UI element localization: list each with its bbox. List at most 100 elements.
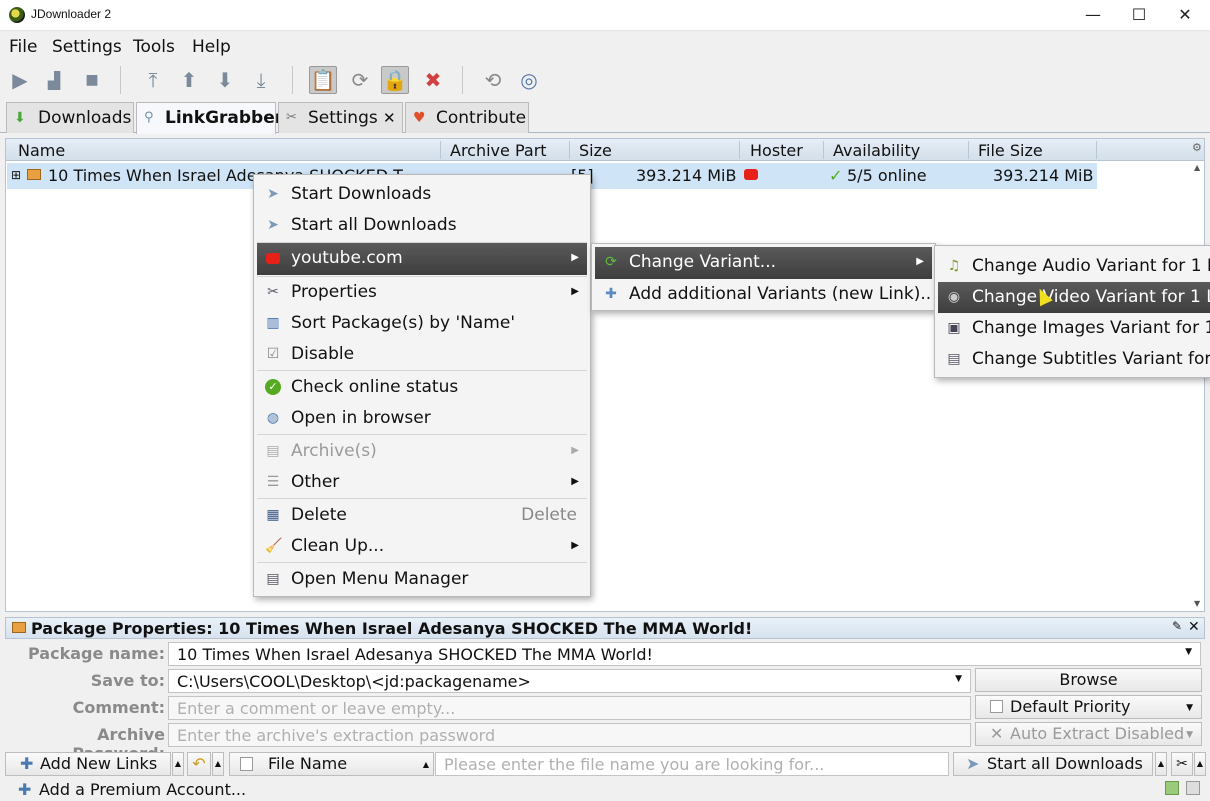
menu-sort-packages[interactable]: ▥ Sort Package(s) by 'Name' [257, 308, 587, 339]
menu-other[interactable]: ☰ Other ▶ [257, 467, 587, 498]
menu-tools[interactable]: Tools [133, 37, 175, 57]
search-input[interactable]: Please enter the file name you are looki… [435, 752, 949, 776]
menu-start-downloads[interactable]: ➤ Start Downloads [257, 179, 587, 210]
reconnect-status-icon[interactable] [1165, 781, 1179, 795]
menu-start-all-downloads[interactable]: ➤ Start all Downloads [257, 210, 587, 241]
add-new-links-button[interactable]: ✚ Add New Links [5, 752, 171, 776]
menu-change-images-variant[interactable]: ▣ Change Images Variant for 1 Link [938, 313, 1210, 344]
undo-icon[interactable]: ↶ [187, 752, 211, 776]
column-settings-icon[interactable]: ⚙ [1192, 141, 1202, 154]
scroll-down-icon[interactable]: ▼ [1194, 599, 1200, 608]
tab-linkgrabber[interactable]: ⚲ LinkGrabber [136, 102, 283, 134]
menu-archives[interactable]: ▤ Archive(s) ▶ [257, 436, 587, 467]
priority-select[interactable]: Default Priority ▼ [975, 695, 1202, 719]
pin-icon[interactable]: ✎ [1172, 619, 1182, 633]
save-to-field[interactable]: C:\Users\COOL\Desktop\<jd:packagename> ▼ [168, 669, 971, 693]
menu-change-subtitles-variant[interactable]: ▤ Change Subtitles Variant for 1 Link [938, 344, 1210, 375]
start-icon[interactable]: ▶ [6, 66, 34, 94]
menu-change-video-variant[interactable]: ◉ Change Video Variant for 1 Link [938, 282, 1210, 313]
menu-delete[interactable]: ▦ Delete Delete [257, 500, 587, 531]
image-icon: ▣ [947, 320, 961, 336]
submenu-arrow-icon: ▶ [916, 256, 924, 267]
col-size[interactable]: Size [579, 141, 612, 160]
menu-help[interactable]: Help [192, 37, 231, 57]
close-panel-icon[interactable]: ✕ [1188, 619, 1200, 635]
menu-add-variants-label: Add additional Variants (new Link)... [629, 284, 932, 304]
tab-contribute-label: Contribute [436, 108, 527, 128]
search-mode-select[interactable]: File Name ▲ [229, 752, 434, 776]
context-menu: ➤ Start Downloads ➤ Start all Downloads … [253, 174, 591, 597]
submenu-arrow-icon: ▶ [571, 286, 579, 297]
menu-settings[interactable]: Settings [52, 37, 122, 57]
tab-settings[interactable]: ✂ Settings ✕ [278, 102, 403, 133]
menu-check-online[interactable]: ✓ Check online status [257, 372, 587, 403]
menu-add-variants[interactable]: ✚ Add additional Variants (new Link)... [595, 279, 932, 310]
move-bottom-icon[interactable]: ⤓ [247, 66, 275, 94]
toolbar-divider [292, 66, 293, 94]
tab-downloads[interactable]: ⬇ Downloads [6, 102, 134, 133]
premium-lock-icon[interactable]: 🔒 [381, 66, 409, 94]
col-file-size[interactable]: File Size [978, 141, 1043, 160]
speedmeter-globe-icon[interactable]: ◎ [515, 66, 543, 94]
bottom-settings-arrow[interactable]: ▲ [1194, 752, 1206, 776]
silent-mode-icon[interactable]: ✖ [419, 66, 447, 94]
move-up-icon[interactable]: ⬆ [175, 66, 203, 94]
start-menu-arrow[interactable]: ▲ [1155, 752, 1167, 776]
menu-disable[interactable]: ☑ Disable [257, 339, 587, 370]
vertical-scrollbar[interactable]: ▲ ▼ [1192, 161, 1204, 611]
priority-value: Default Priority [1010, 697, 1131, 716]
row-size: 393.214 MiB [636, 166, 737, 185]
pause-icon[interactable]: ▟ [40, 66, 68, 94]
menu-video-label: Change Video Variant for 1 Link [972, 287, 1210, 307]
start-all-downloads-button[interactable]: ➤ Start all Downloads [953, 752, 1153, 776]
dropdown-arrow-icon[interactable]: ▼ [955, 674, 962, 684]
menu-check-online-label: Check online status [291, 377, 459, 397]
menu-open-browser[interactable]: ◍ Open in browser [257, 403, 587, 434]
toolbar: ▶ ▟ ■ ⤒ ⬆ ⬇ ⤓ 📋 ⟳ 🔒 ✖ ⟲ ◎ [0, 62, 1210, 98]
start-arrow-icon: ➤ [966, 754, 980, 773]
menu-file[interactable]: File [9, 37, 37, 57]
col-name[interactable]: Name [18, 141, 65, 160]
col-hoster[interactable]: Hoster [750, 141, 803, 160]
add-premium-account-link[interactable]: Add a Premium Account... [39, 780, 246, 799]
auto-extract-select[interactable]: ✕ Auto Extract Disabled ▼ [975, 722, 1202, 746]
undo-menu-arrow[interactable]: ▲ [212, 752, 224, 776]
menu-archives-label: Archive(s) [291, 441, 377, 461]
tab-contribute[interactable]: ♥ Contribute [405, 102, 529, 133]
move-down-icon[interactable]: ⬇ [211, 66, 239, 94]
reconnect-icon[interactable]: ⟳ [346, 66, 374, 94]
menu-youtube[interactable]: youtube.com ▶ [257, 243, 587, 275]
menu-clean-up[interactable]: 🧹 Clean Up... ▶ [257, 531, 587, 562]
browse-button[interactable]: Browse [975, 668, 1202, 692]
menu-properties[interactable]: ✂ Properties ▶ [257, 277, 587, 308]
minimize-button[interactable]: — [1070, 0, 1116, 31]
close-button[interactable]: ✕ [1162, 0, 1208, 31]
col-availability[interactable]: Availability [833, 141, 920, 160]
menu-change-variant[interactable]: ⟳ Change Variant... ▶ [595, 247, 932, 279]
bottom-settings-icon[interactable]: ✂ [1171, 752, 1193, 776]
move-top-icon[interactable]: ⤒ [139, 66, 167, 94]
menu-sort-label: Sort Package(s) by 'Name' [291, 313, 515, 333]
stop-icon[interactable]: ■ [78, 66, 106, 94]
menu-change-variant-label: Change Variant... [629, 252, 776, 272]
tab-close-icon[interactable]: ✕ [383, 109, 396, 127]
maximize-button[interactable]: ☐ [1116, 0, 1162, 31]
scroll-up-icon[interactable]: ▲ [1194, 163, 1200, 172]
package-name-field[interactable]: 10 Times When Israel Adesanya SHOCKED Th… [168, 642, 1201, 666]
clipboard-observer-icon[interactable]: 📋 [309, 66, 337, 94]
menu-change-audio-variant[interactable]: ♫ Change Audio Variant for 1 Link [938, 251, 1210, 282]
tab-bar: ⬇ Downloads ⚲ LinkGrabber ✂ Settings ✕ ♥… [0, 100, 1210, 134]
file-icon [240, 757, 253, 771]
column-divider [569, 141, 570, 159]
dropdown-arrow-icon[interactable]: ▼ [1185, 647, 1192, 657]
archive-password-field[interactable]: Enter the archive's extraction password [168, 723, 971, 747]
col-archive-part[interactable]: Archive Part [450, 141, 547, 160]
task-list-icon[interactable] [1186, 781, 1200, 795]
menu-open-menu-manager[interactable]: ▤ Open Menu Manager [257, 564, 587, 595]
menu-separator [257, 370, 587, 371]
comment-field[interactable]: Enter a comment or leave empty... [168, 696, 971, 720]
download-arrow-icon: ⬇ [14, 110, 26, 126]
update-icon[interactable]: ⟲ [479, 66, 507, 94]
expand-icon[interactable]: ⊞ [11, 168, 21, 182]
add-links-menu-arrow[interactable]: ▲ [172, 752, 184, 776]
